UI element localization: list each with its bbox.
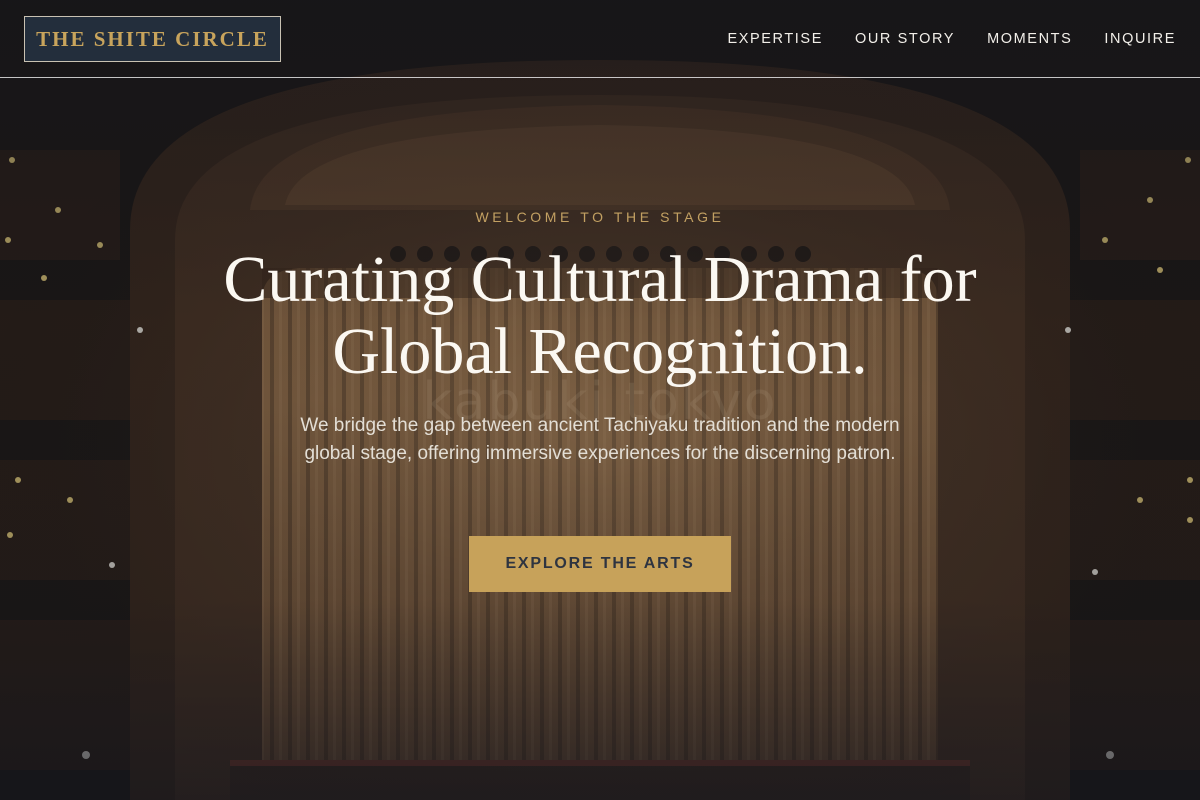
main-nav: EXPERTISE OUR STORY MOMENTS INQUIRE — [727, 0, 1176, 78]
hero-headline-line-1: Curating Cultural Drama for — [223, 243, 977, 316]
nav-link-inquire[interactable]: INQUIRE — [1104, 31, 1176, 47]
landing-page: kabuki tokyo THE SHITE CIRCLE EXPERTISE … — [0, 0, 1200, 800]
hero-eyebrow: WELCOME TO THE STAGE — [475, 209, 725, 225]
hero-headline: Curating Cultural Drama for Global Recog… — [150, 244, 1050, 388]
nav-link-moments[interactable]: MOMENTS — [987, 31, 1072, 47]
hero-description: We bridge the gap between ancient Tachiy… — [300, 415, 900, 464]
hero-section: WELCOME TO THE STAGE Curating Cultural D… — [0, 78, 1200, 800]
brand-logo[interactable]: THE SHITE CIRCLE — [24, 16, 281, 62]
hero-headline-line-2: Global Recognition. — [332, 315, 868, 388]
nav-link-our-story[interactable]: OUR STORY — [855, 31, 955, 47]
nav-link-expertise[interactable]: EXPERTISE — [727, 31, 823, 47]
site-header: THE SHITE CIRCLE EXPERTISE OUR STORY MOM… — [0, 0, 1200, 78]
explore-the-arts-button[interactable]: EXPLORE THE ARTS — [469, 536, 731, 592]
